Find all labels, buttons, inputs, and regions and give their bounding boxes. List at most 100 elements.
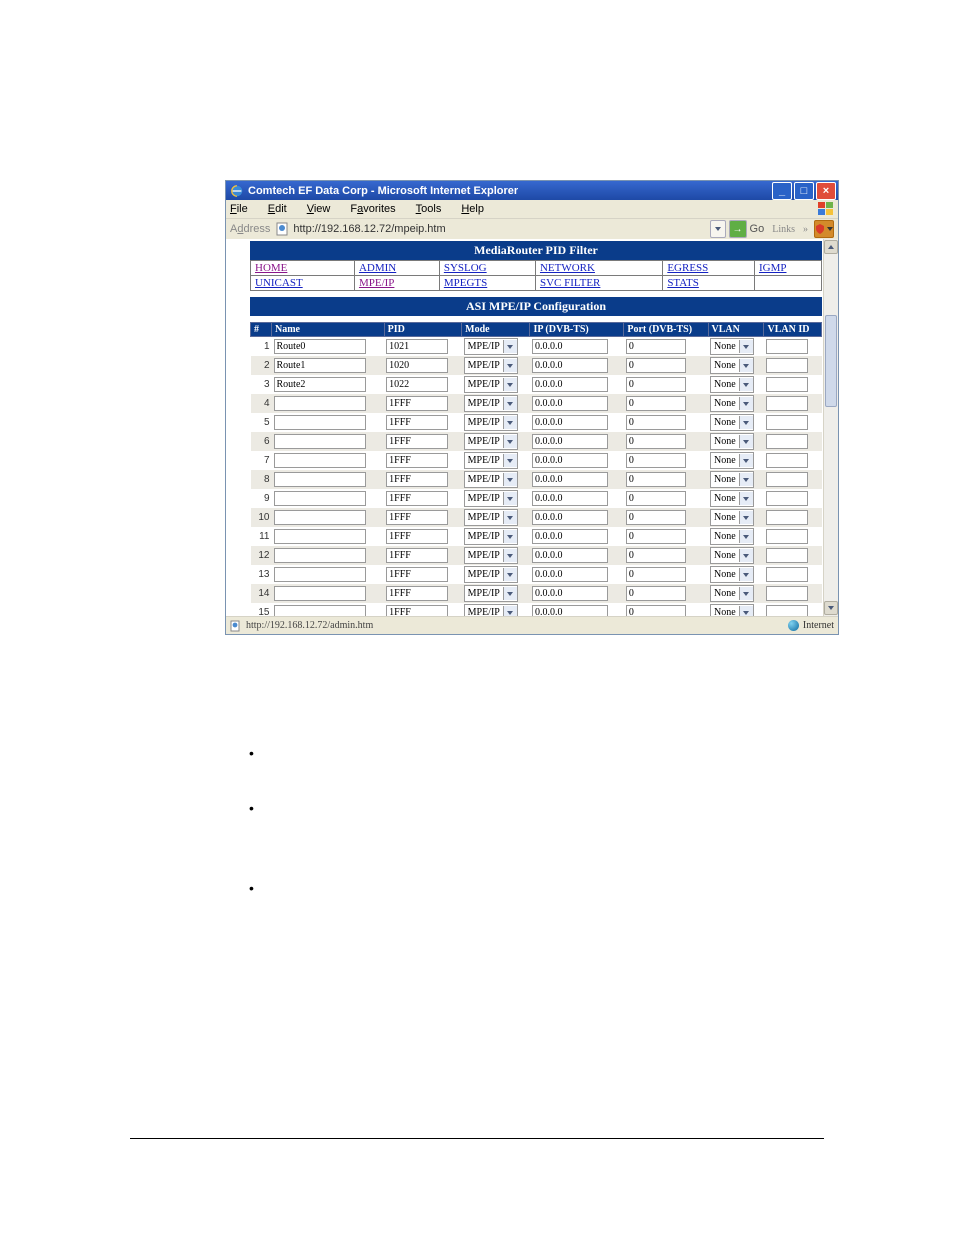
port-input[interactable] [626,567,686,582]
mode-select[interactable]: MPE/IP [464,338,518,355]
window-titlebar[interactable]: Comtech EF Data Corp - Microsoft Interne… [226,181,838,200]
vlan-select[interactable]: None [710,528,754,545]
vlanid-input[interactable] [766,415,808,430]
ip-input[interactable] [532,548,608,563]
mode-select[interactable]: MPE/IP [464,490,518,507]
nav-link-home[interactable]: HOME [255,262,287,274]
scroll-down-button[interactable] [824,601,838,615]
window-minimize-button[interactable]: _ [772,182,792,200]
port-input[interactable] [626,358,686,373]
name-input[interactable] [274,548,366,563]
name-input[interactable] [274,472,366,487]
port-input[interactable] [626,605,686,616]
vlanid-input[interactable] [766,453,808,468]
mode-select[interactable]: MPE/IP [464,471,518,488]
port-input[interactable] [626,472,686,487]
port-input[interactable] [626,529,686,544]
port-input[interactable] [626,415,686,430]
nav-link-network[interactable]: NETWORK [540,262,595,274]
nav-link-admin[interactable]: ADMIN [359,262,396,274]
nav-link-egress[interactable]: EGRESS [667,262,708,274]
vlanid-input[interactable] [766,339,808,354]
name-input[interactable] [274,605,366,616]
ip-input[interactable] [532,358,608,373]
pid-input[interactable] [386,358,448,373]
vlan-select[interactable]: None [710,452,754,469]
ip-input[interactable] [532,510,608,525]
ip-input[interactable] [532,434,608,449]
name-input[interactable] [274,529,366,544]
links-more[interactable]: » [803,221,808,237]
ip-input[interactable] [532,605,608,616]
vlanid-input[interactable] [766,510,808,525]
vlanid-input[interactable] [766,358,808,373]
mode-select[interactable]: MPE/IP [464,547,518,564]
menu-tools[interactable]: Tools [416,203,452,215]
pid-input[interactable] [386,491,448,506]
pid-input[interactable] [386,339,448,354]
vlanid-input[interactable] [766,472,808,487]
scroll-track[interactable] [824,255,838,600]
address-url[interactable]: http://192.168.12.72/mpeip.htm [293,223,706,235]
menu-view[interactable]: View [307,203,341,215]
vlanid-input[interactable] [766,567,808,582]
ip-input[interactable] [532,339,608,354]
menu-file[interactable]: File [230,203,258,215]
port-input[interactable] [626,548,686,563]
vlanid-input[interactable] [766,548,808,563]
name-input[interactable] [274,377,366,392]
vlan-select[interactable]: None [710,414,754,431]
pid-input[interactable] [386,396,448,411]
pid-input[interactable] [386,472,448,487]
ip-input[interactable] [532,453,608,468]
vlan-select[interactable]: None [710,471,754,488]
name-input[interactable] [274,396,366,411]
nav-link-stats[interactable]: STATS [667,277,699,289]
vlanid-input[interactable] [766,605,808,616]
mode-select[interactable]: MPE/IP [464,376,518,393]
vlan-select[interactable]: None [710,338,754,355]
name-input[interactable] [274,567,366,582]
port-input[interactable] [626,586,686,601]
vlanid-input[interactable] [766,529,808,544]
pid-input[interactable] [386,510,448,525]
pid-input[interactable] [386,529,448,544]
mode-select[interactable]: MPE/IP [464,566,518,583]
name-input[interactable] [274,415,366,430]
vertical-scrollbar[interactable] [823,239,838,616]
pid-input[interactable] [386,377,448,392]
name-input[interactable] [274,586,366,601]
ip-input[interactable] [532,415,608,430]
vlan-select[interactable]: None [710,509,754,526]
vlanid-input[interactable] [766,434,808,449]
menu-edit[interactable]: Edit [268,203,297,215]
pid-input[interactable] [386,605,448,616]
menu-help[interactable]: Help [461,203,494,215]
vlanid-input[interactable] [766,396,808,411]
nav-link-igmp[interactable]: IGMP [759,262,787,274]
name-input[interactable] [274,358,366,373]
go-button[interactable]: → [729,220,747,238]
vlanid-input[interactable] [766,377,808,392]
vlanid-input[interactable] [766,491,808,506]
scroll-up-button[interactable] [824,240,838,254]
port-input[interactable] [626,339,686,354]
vlan-select[interactable]: None [710,490,754,507]
pid-input[interactable] [386,567,448,582]
port-input[interactable] [626,396,686,411]
window-close-button[interactable]: × [816,182,836,200]
links-label[interactable]: Links [772,221,795,237]
ip-input[interactable] [532,377,608,392]
mode-select[interactable]: MPE/IP [464,452,518,469]
mode-select[interactable]: MPE/IP [464,528,518,545]
ip-input[interactable] [532,529,608,544]
nav-link-mpe-ip[interactable]: MPE/IP [359,277,394,289]
ip-input[interactable] [532,491,608,506]
nav-link-svc-filter[interactable]: SVC FILTER [540,277,600,289]
mode-select[interactable]: MPE/IP [464,433,518,450]
vlan-select[interactable]: None [710,547,754,564]
mode-select[interactable]: MPE/IP [464,395,518,412]
pid-input[interactable] [386,434,448,449]
mode-select[interactable]: MPE/IP [464,414,518,431]
port-input[interactable] [626,434,686,449]
